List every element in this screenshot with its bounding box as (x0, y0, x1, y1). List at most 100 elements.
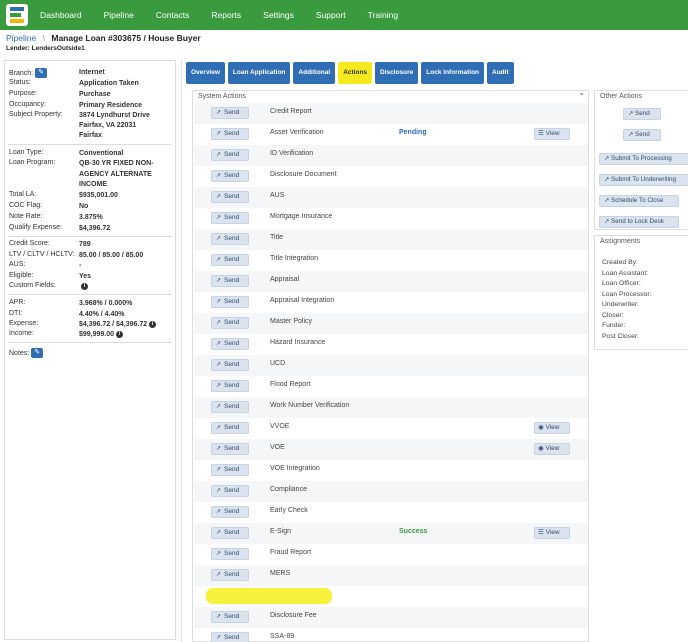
loan-type-label: Loan Type: (9, 149, 44, 156)
info-icon[interactable]: i (116, 330, 124, 338)
send-icon: ↗ (216, 635, 222, 641)
divider (8, 294, 172, 295)
nav-contacts[interactable]: Contacts (156, 10, 190, 20)
loan-assistant-label: Loan Assistant: (602, 270, 649, 277)
action-label: Title (270, 234, 283, 241)
action-label: AUS (270, 192, 285, 199)
custom-fields-info[interactable]: i (79, 282, 174, 293)
schedule-to-close-button[interactable]: ↗ Schedule To Close (599, 195, 679, 207)
tab-loan-application[interactable]: Loan Application (227, 62, 291, 84)
view-button[interactable]: ◉ View (534, 422, 570, 434)
notes-label: Notes: ✎ (9, 348, 44, 358)
expense-row: $4,396.72 / $4,396.72 i (79, 320, 174, 331)
send-icon: ↗ (216, 320, 222, 326)
assignments-title: Assignments (600, 238, 641, 245)
send-button[interactable]: ↗Send (211, 464, 249, 476)
expense-label: Expense: (9, 320, 39, 327)
highlighter-mark (206, 588, 332, 604)
status-label: Status: (9, 79, 31, 86)
ltv-value: 85.00 / 85.00 / 85.00 (79, 252, 144, 259)
send-button[interactable]: ↗Send (211, 317, 249, 329)
app-logo-icon[interactable] (6, 4, 28, 26)
action-label: VOE Integration (270, 465, 320, 472)
assignments-panel: Assignments Created By: Loan Assistant: … (594, 235, 688, 350)
view-button[interactable]: ◉ View (534, 443, 570, 455)
ltv-label: LTV / CLTV / HCLTV: (9, 251, 75, 258)
nav-reports[interactable]: Reports (211, 10, 241, 20)
submit-to-processing-button[interactable]: ↗ Submit To Processing (599, 153, 688, 165)
nav-pipeline[interactable]: Pipeline (104, 10, 134, 20)
other-send-button-2[interactable]: ↗ Send (623, 129, 661, 141)
view-button[interactable]: ☰ View (534, 527, 570, 539)
send-to-lock-desk-button[interactable]: ↗ Send to Lock Desk (599, 216, 679, 228)
send-icon: ↗ (216, 404, 222, 410)
send-icon: ↗ (216, 425, 222, 431)
send-icon: ↗ (604, 155, 610, 162)
send-button[interactable]: ↗Send (211, 233, 249, 245)
status-badge: Success (399, 528, 428, 535)
aus-value: - (79, 262, 82, 269)
send-button[interactable]: ↗Send (211, 506, 249, 518)
send-button[interactable]: ↗Send (211, 569, 249, 581)
action-row: ↗ Send Master Policy (194, 313, 588, 334)
send-button[interactable]: ↗Send (211, 170, 249, 182)
action-row: ↗ Send VOE Integration (194, 460, 588, 481)
tab-audit[interactable]: Audit (487, 62, 514, 84)
action-row: ↗ Send SSA-89 (194, 628, 588, 642)
send-button[interactable]: ↗Send (211, 359, 249, 371)
tab-actions[interactable]: Actions (338, 62, 373, 84)
collapse-chevron-up-icon[interactable]: ⌃ (578, 92, 585, 101)
tab-disclosure[interactable]: Disclosure (375, 62, 419, 84)
divider (8, 342, 172, 343)
send-button[interactable]: ↗Send (211, 485, 249, 497)
tab-lock-information[interactable]: Lock Information (421, 62, 485, 84)
other-actions-panel: Other Actions ↗ Send ↗ Send ↗ Submit To … (594, 90, 688, 230)
view-button[interactable]: ☰ View (534, 128, 570, 140)
edit-notes-icon[interactable]: ✎ (31, 348, 44, 358)
send-button[interactable]: ↗Send (211, 401, 249, 413)
submit-to-underwriting-button[interactable]: ↗ Submit To Underwriting (599, 174, 688, 186)
send-button[interactable]: ↗Send (211, 632, 249, 642)
send-icon: ↗ (216, 572, 222, 578)
info-icon[interactable]: i (81, 282, 88, 290)
send-button[interactable]: ↗Send (211, 611, 249, 623)
send-button[interactable]: ↗Send (211, 107, 249, 119)
send-button[interactable]: ↗Send (211, 254, 249, 266)
loan-type-value: Conventional (79, 150, 124, 157)
aus-label: AUS: (9, 261, 26, 268)
nav-support[interactable]: Support (316, 10, 346, 20)
nav-training[interactable]: Training (368, 10, 398, 20)
send-button[interactable]: ↗Send (211, 380, 249, 392)
send-button[interactable]: ↗Send (211, 149, 249, 161)
send-button[interactable]: ↗Send (211, 128, 249, 140)
breadcrumb-pipeline-link[interactable]: Pipeline (6, 33, 36, 43)
action-label: Asset Verification (270, 129, 324, 136)
nav-dashboard[interactable]: Dashboard (40, 10, 82, 20)
eligible-value: Yes (79, 273, 92, 280)
send-icon: ↗ (216, 362, 222, 368)
action-label: Title Integration (270, 255, 318, 262)
nav-settings[interactable]: Settings (263, 10, 294, 20)
total-la-value: $935,001.00 (79, 192, 118, 199)
info-icon[interactable]: i (149, 320, 157, 328)
send-button[interactable]: ↗Send (211, 338, 249, 350)
income-value: $99,999.00 (79, 331, 115, 338)
tab-additional[interactable]: Additional (293, 62, 336, 84)
action-label: UCD (270, 360, 286, 367)
send-button[interactable]: ↗Send (211, 296, 249, 308)
tab-overview[interactable]: Overview (186, 62, 225, 84)
other-send-button-1[interactable]: ↗ Send (623, 108, 661, 120)
edit-branch-icon[interactable]: ✎ (35, 68, 48, 78)
send-button[interactable]: ↗Send (211, 191, 249, 203)
send-button[interactable]: ↗Send (211, 443, 249, 455)
send-button[interactable]: ↗Send (211, 548, 249, 560)
post-closer-label: Post Closer: (602, 333, 640, 340)
send-button[interactable]: ↗Send (211, 275, 249, 287)
loan-officer-label: Loan Officer: (602, 280, 641, 287)
loan-program-label: Loan Program: (9, 159, 56, 166)
divider (8, 236, 172, 237)
send-button[interactable]: ↗Send (211, 212, 249, 224)
send-button[interactable]: ↗Send (211, 527, 249, 539)
send-button[interactable]: ↗Send (211, 422, 249, 434)
action-label: Appraisal Integration (270, 297, 335, 304)
